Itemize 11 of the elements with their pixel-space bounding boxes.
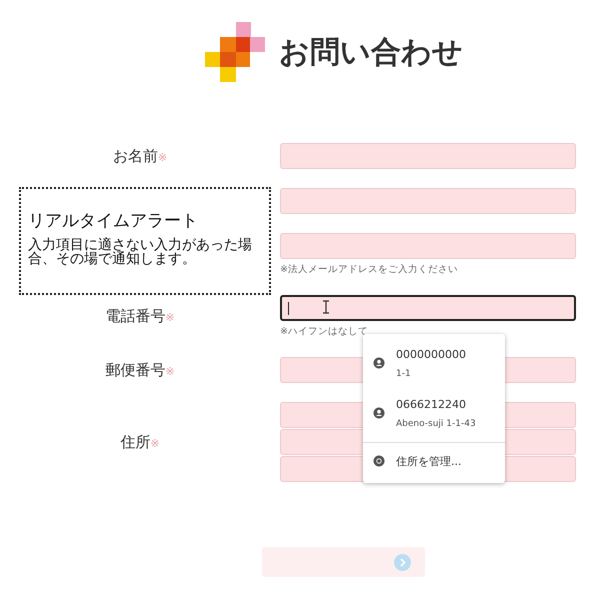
field-label: お名前※ [112,146,168,166]
field-label: 郵便番号※ [104,360,176,380]
callout-text: 入力項目に適さない入力があった場合、その場で通知します。 [28,238,253,266]
suggestion-address: Abeno-suji 1-1-43 [396,418,476,428]
field-label: 住所※ [119,432,161,452]
field-hint: ※法人メールアドレスをご入力ください [280,263,459,276]
callout-title: リアルタイムアラート [28,210,199,232]
field-hint: ※ハイフンはなして [280,325,369,338]
suggestion-address: 1-1 [396,368,412,378]
page-title: お問い合わせ [279,34,463,72]
field-label: 電話番号※ [104,307,176,326]
